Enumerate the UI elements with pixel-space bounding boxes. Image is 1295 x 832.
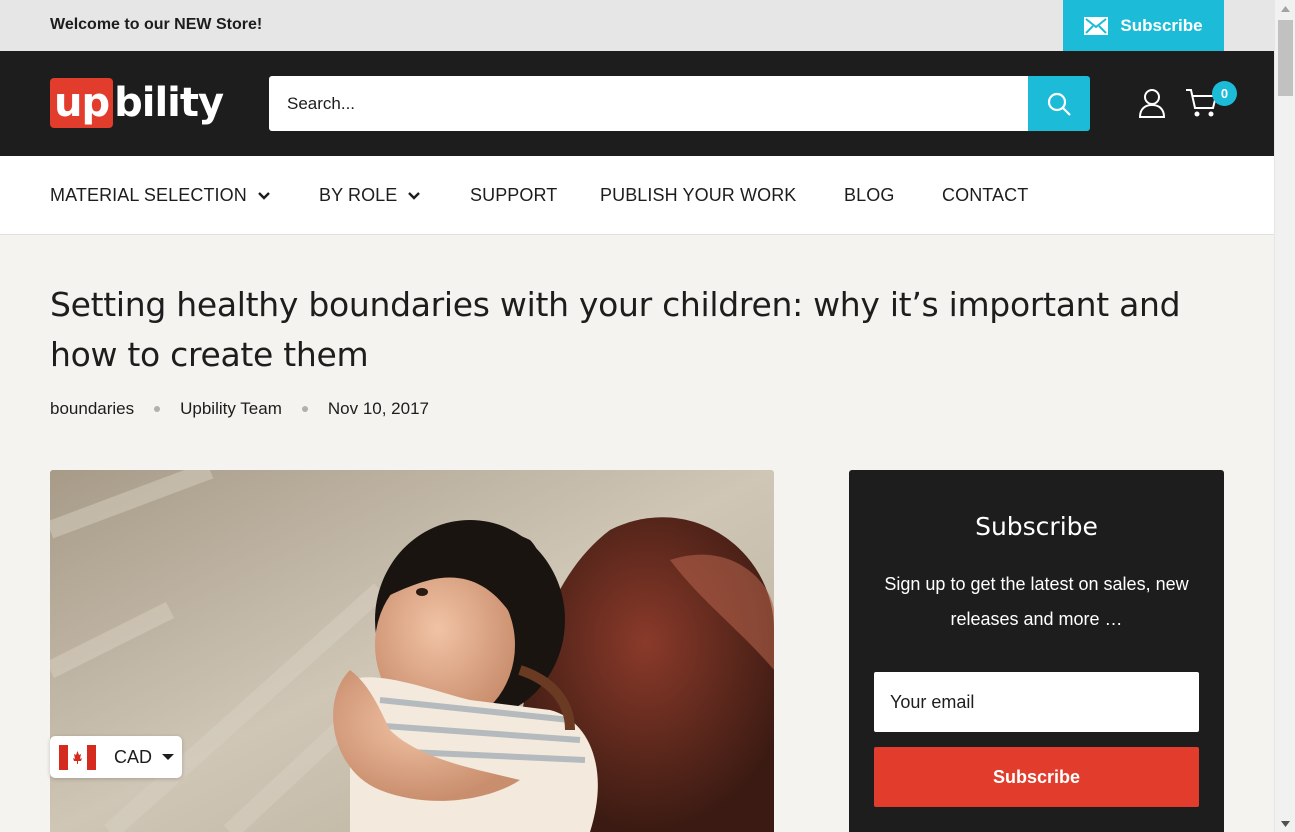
announcement-text: Welcome to our NEW Store! bbox=[50, 16, 263, 33]
article-author: Upbility Team bbox=[180, 399, 282, 418]
subscribe-button[interactable]: Subscribe bbox=[874, 747, 1199, 807]
scrollbar-thumb[interactable] bbox=[1278, 20, 1293, 96]
nav-item-label: SUPPORT bbox=[470, 185, 558, 205]
currency-code: CAD bbox=[114, 746, 153, 767]
nav-item-label: BLOG bbox=[844, 185, 895, 205]
search-icon bbox=[1047, 92, 1071, 116]
cart-count-badge: 0 bbox=[1212, 81, 1237, 106]
separator-dot bbox=[154, 406, 161, 412]
scroll-down-arrow-icon[interactable] bbox=[1275, 815, 1295, 832]
article-tag-link[interactable]: boundaries bbox=[50, 399, 134, 419]
email-field[interactable] bbox=[874, 672, 1199, 732]
nav-item-support[interactable]: SUPPORT bbox=[470, 185, 557, 206]
newsletter-subscribe-button[interactable]: Subscribe bbox=[1063, 0, 1224, 51]
nav-item-contact[interactable]: CONTACT bbox=[942, 185, 1028, 206]
separator-dot bbox=[301, 406, 308, 412]
search-input[interactable] bbox=[269, 76, 1028, 131]
announcement-bar: Welcome to our NEW Store! Subscribe bbox=[0, 0, 1274, 51]
nav-item-label: CONTACT bbox=[942, 185, 1029, 205]
site-header: up bility 0 bbox=[0, 51, 1274, 156]
logo-part-bility: bility bbox=[114, 80, 224, 126]
nav-item-label: PUBLISH YOUR WORK bbox=[600, 185, 797, 205]
nav-item-label: MATERIAL SELECTION bbox=[50, 185, 247, 205]
nav-item-blog[interactable]: BLOG bbox=[844, 185, 894, 206]
main-navigation: MATERIAL SELECTION BY ROLE SUPPORT PUBLI… bbox=[0, 156, 1274, 235]
canada-flag-icon bbox=[59, 744, 96, 770]
chevron-down-icon bbox=[408, 191, 421, 200]
upbility-logo[interactable]: up bility bbox=[50, 77, 224, 129]
article-title: Setting healthy boundaries with your chi… bbox=[50, 285, 1181, 374]
logo-part-up: up bbox=[50, 78, 114, 128]
nav-item-label: BY ROLE bbox=[319, 185, 398, 205]
article-date: Nov 10, 2017 bbox=[327, 399, 429, 418]
article-meta: boundaries Upbility Team Nov 10, 2017 bbox=[50, 399, 429, 419]
chevron-down-icon bbox=[257, 191, 270, 200]
caret-down-icon bbox=[162, 754, 175, 760]
subscribe-sidebar: Subscribe Sign up to get the latest on s… bbox=[849, 470, 1224, 832]
search-button[interactable] bbox=[1028, 76, 1090, 131]
scroll-up-arrow-icon[interactable] bbox=[1275, 0, 1295, 17]
nav-item-publish-your-work[interactable]: PUBLISH YOUR WORK bbox=[600, 185, 796, 206]
mail-icon bbox=[1084, 16, 1109, 35]
nav-item-material-selection[interactable]: MATERIAL SELECTION bbox=[50, 185, 271, 206]
nav-item-by-role[interactable]: BY ROLE bbox=[319, 185, 421, 206]
subscribe-label: Subscribe bbox=[1120, 15, 1203, 35]
subscribe-description: Sign up to get the latest on sales, new … bbox=[884, 574, 1189, 629]
currency-selector[interactable]: CAD bbox=[50, 736, 182, 778]
subscribe-title: Subscribe bbox=[975, 512, 1098, 541]
page-scrollbar[interactable] bbox=[1274, 0, 1295, 832]
account-icon[interactable] bbox=[1137, 87, 1167, 119]
